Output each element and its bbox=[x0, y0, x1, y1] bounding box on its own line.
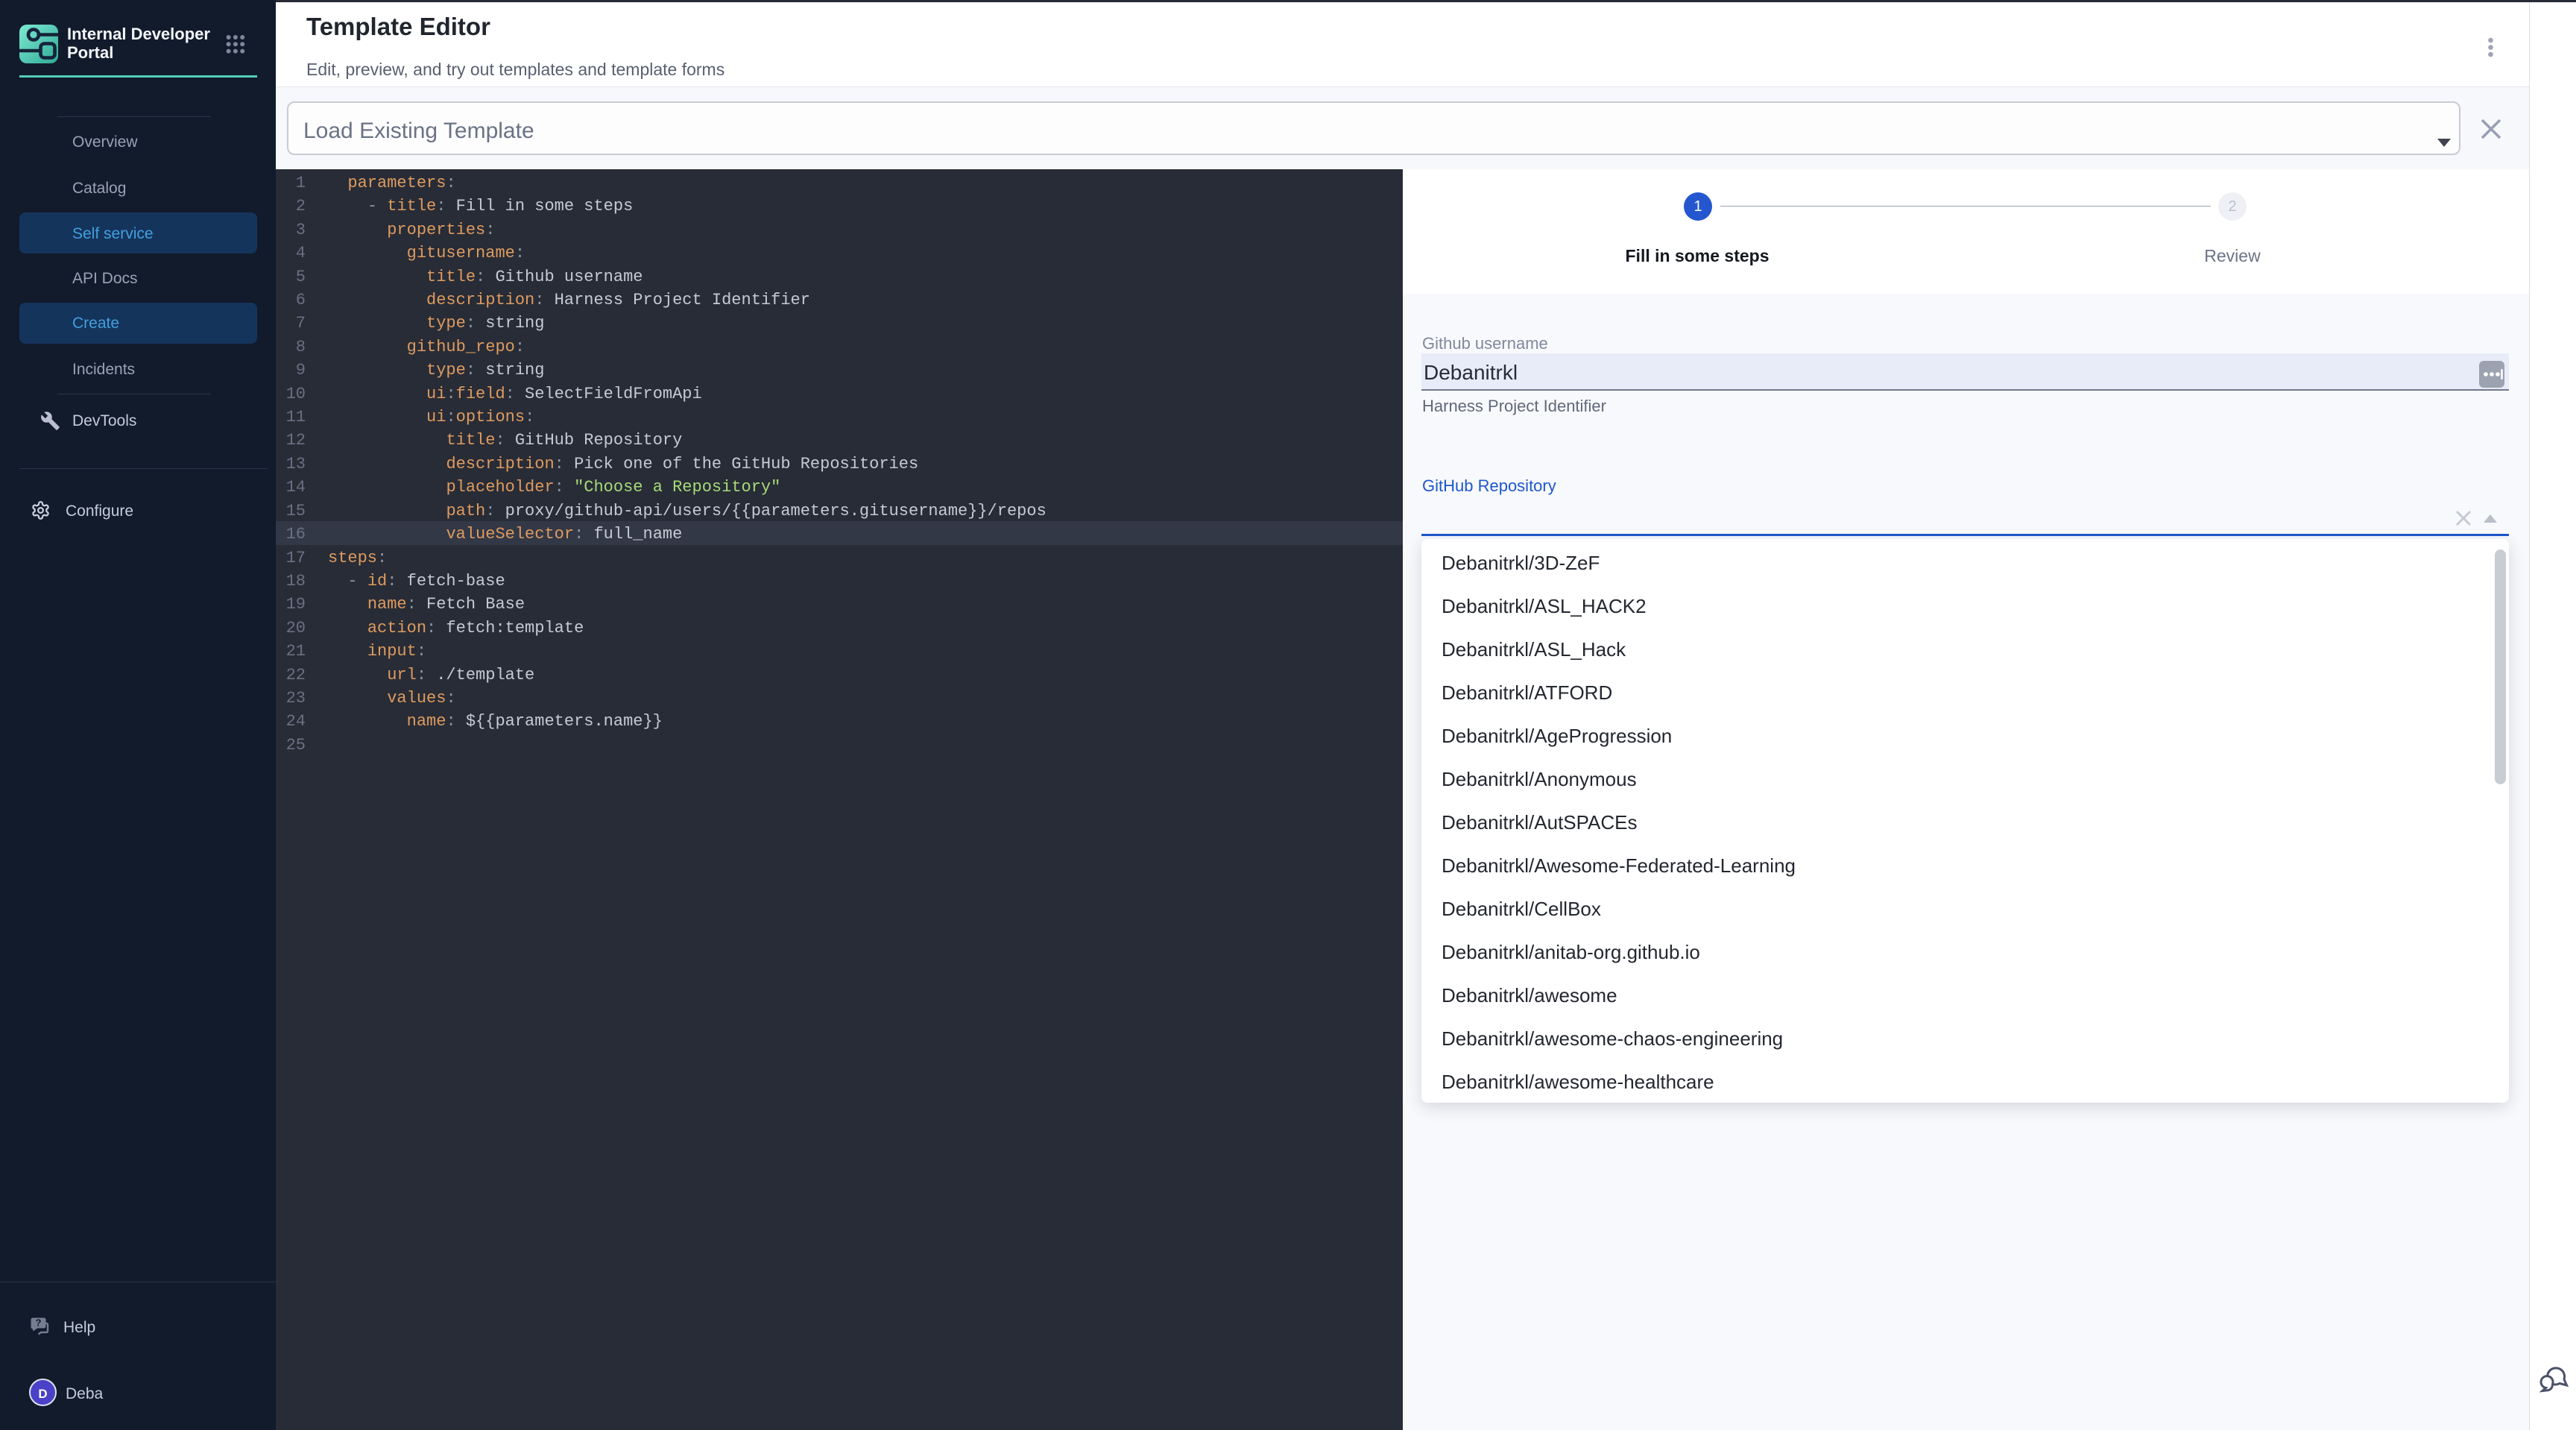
svg-text:?: ? bbox=[36, 1317, 42, 1329]
